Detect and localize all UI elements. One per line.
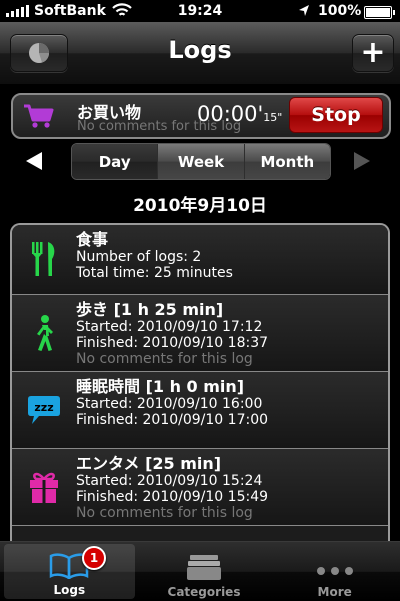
segment-day[interactable]: Day [72,144,158,179]
tab-more[interactable]: More [269,542,400,601]
battery-percent: 100% [318,3,362,19]
date-title: 2010年9月10日 [133,196,267,216]
log-title: 食事 [76,230,109,249]
add-log-button[interactable]: + [352,34,394,72]
log-line: Started: 2010/09/10 17:12 [76,319,263,335]
log-text: 睡眠時間 [1 h 0 min] Started: 2010/09/10 16:… [76,377,269,429]
segment-week[interactable]: Week [157,144,244,179]
tab-label: Logs [53,583,86,597]
list-item[interactable]: 歩き [1 h 25 min] Started: 2010/09/10 17:1… [12,295,388,372]
more-dots-icon [316,567,353,575]
log-line: Started: 2010/09/10 16:00 [76,396,263,412]
log-line: Total time: 25 minutes [76,265,233,281]
log-line: Finished: 2010/09/10 15:49 [76,489,269,505]
log-line: Finished: 2010/09/10 17:00 [76,412,269,428]
shopping-cart-icon [24,104,54,128]
timer-seconds: 15" [263,111,283,124]
page-title: Logs [168,36,232,64]
previous-arrow-icon[interactable] [26,152,42,170]
fork-knife-icon [24,239,64,279]
log-comment: No comments for this log [76,505,253,521]
log-title: 歩き [1 h 25 min] [76,300,224,319]
tab-logs[interactable]: 1 Logs [4,544,135,599]
next-arrow-icon[interactable] [354,152,370,170]
tab-bar: 1 Logs Categories More [0,541,400,601]
status-bar: SoftBank 19:24 100% [0,0,400,22]
tab-categories[interactable]: Categories [139,542,270,601]
tab-label: Categories [167,585,241,599]
stop-button[interactable]: Stop [289,97,383,133]
sleep-bubble-icon: zzz [24,390,64,430]
list-item[interactable]: zzz 睡眠時間 [1 h 0 min] Started: 2010/09/10… [12,372,388,449]
log-text: 食事 Number of logs: 2 Total time: 25 minu… [76,230,233,282]
log-title: 睡眠時間 [1 h 0 min] [76,377,245,396]
period-selector: Day Week Month [71,143,331,180]
log-text: 歩き [1 h 25 min] Started: 2010/09/10 17:1… [76,300,269,368]
log-text: エンタメ [25 min] Started: 2010/09/10 15:24 … [76,454,269,522]
timer-clock: 00:00'15" [197,102,282,126]
log-title: エンタメ [25 min] [76,454,222,473]
log-comment: No comments for this log [76,351,253,367]
walking-person-icon [24,313,64,353]
list-item[interactable]: 食事 Number of logs: 2 Total time: 25 minu… [12,225,388,295]
active-timer[interactable]: お買い物 No comments for this log 00:00'15" … [11,93,391,139]
log-line: Finished: 2010/09/10 18:37 [76,335,269,351]
log-line: Number of logs: 2 [76,249,202,265]
location-icon [299,5,309,16]
navigation-bar: Logs + [0,22,400,85]
log-list: 食事 Number of logs: 2 Total time: 25 minu… [10,223,390,555]
timer-time: 00:00' [197,102,264,126]
add-label: + [360,35,386,70]
svg-text:zzz: zzz [34,401,53,414]
list-item[interactable]: エンタメ [25 min] Started: 2010/09/10 15:24 … [12,449,388,526]
logs-badge: 1 [82,546,106,570]
box-icon [187,555,221,580]
battery-icon [364,6,395,19]
segment-month[interactable]: Month [243,144,330,179]
log-line: Started: 2010/09/10 15:24 [76,473,263,489]
tab-label: More [317,585,352,599]
gift-icon [24,467,64,507]
